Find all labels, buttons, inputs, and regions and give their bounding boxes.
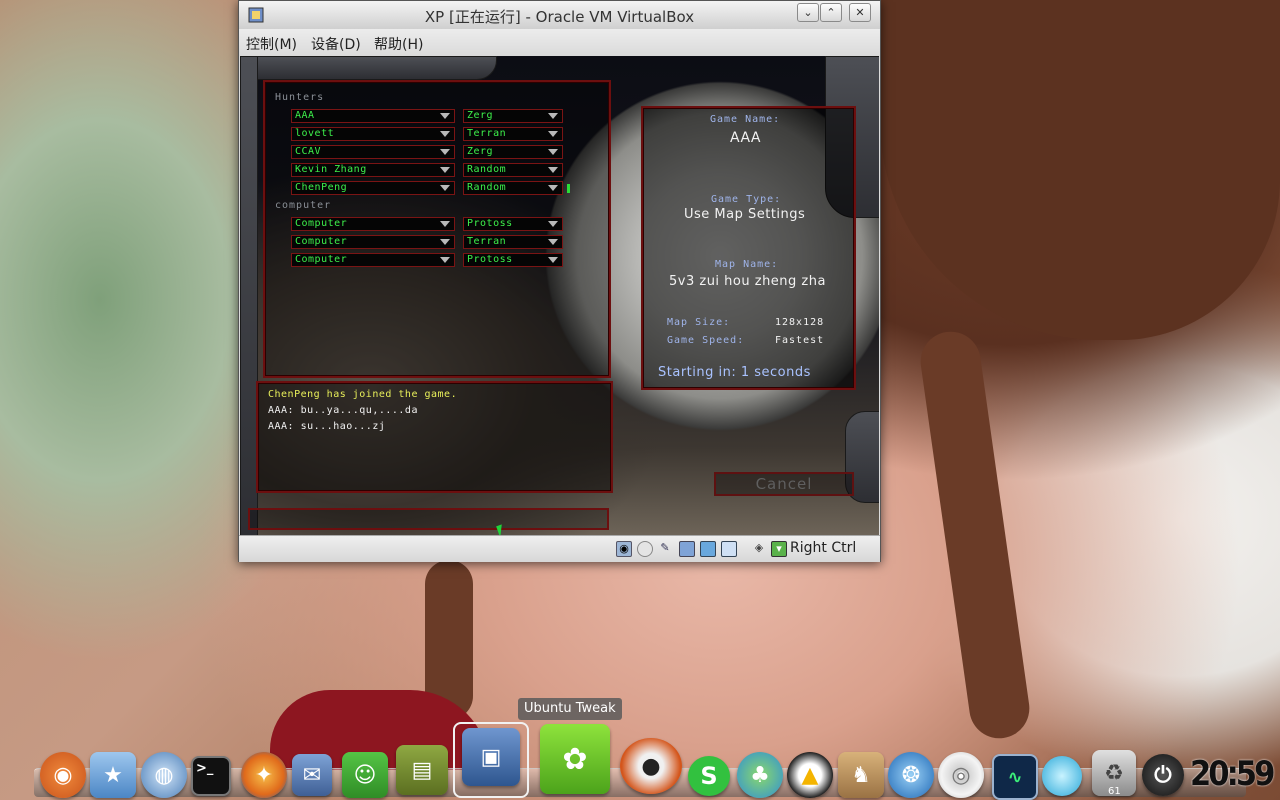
hunter-slot-name[interactable]: CCAV: [291, 145, 455, 159]
qq-penguin-icon[interactable]: ▲: [787, 752, 833, 798]
chat-input[interactable]: [248, 508, 609, 530]
hunter-slot-name[interactable]: Kevin Zhang: [291, 163, 455, 177]
chat-line: AAA: bu..ya...qu,....da: [268, 405, 418, 416]
system-monitor-icon[interactable]: ∿: [992, 754, 1038, 800]
minimize-button[interactable]: ⌄: [797, 3, 819, 22]
maximize-button[interactable]: ⌃: [820, 3, 842, 22]
firefox-icon[interactable]: ✦: [241, 752, 287, 798]
chevron-down-icon: [548, 149, 558, 155]
chevron-down-icon: [548, 113, 558, 119]
dock-tooltip: Ubuntu Tweak: [518, 698, 622, 720]
map-size-label: Map Size:: [667, 317, 731, 328]
bubble-icon[interactable]: [1042, 756, 1082, 796]
rabbit-icon[interactable]: ♞: [838, 752, 884, 798]
window-title: XP [正在运行] - Oracle VM VirtualBox: [424, 8, 695, 26]
blender-swirl-icon[interactable]: ❂: [888, 752, 934, 798]
chevron-down-icon: [440, 221, 450, 227]
mouse-integration-icon[interactable]: ◈: [752, 541, 766, 555]
hunter-slot-race[interactable]: Random: [463, 163, 563, 177]
network-globe-icon[interactable]: ◍: [141, 752, 187, 798]
hunter-slot-race[interactable]: Terran: [463, 127, 563, 141]
close-button[interactable]: ✕: [849, 3, 871, 22]
game-type-label: Game Type:: [711, 194, 782, 205]
hunter-slot-race[interactable]: Zerg: [463, 109, 563, 123]
countdown-text: Starting in: 1 seconds: [658, 365, 811, 380]
chevron-down-icon: [548, 221, 558, 227]
chevron-down-icon: [440, 167, 450, 173]
chevron-down-icon: [548, 239, 558, 245]
ubuntu-logo-icon[interactable]: ◉: [40, 752, 86, 798]
home-folder-icon[interactable]: ★: [90, 752, 136, 798]
cd-disc-icon[interactable]: ◎: [938, 752, 984, 798]
map-size-value: 128x128: [775, 317, 825, 328]
cancel-button[interactable]: Cancel: [714, 472, 854, 496]
hunter-slot-name[interactable]: ChenPeng: [291, 181, 455, 195]
chevron-down-icon: [548, 131, 558, 137]
window-titlebar[interactable]: XP [正在运行] - Oracle VM VirtualBox ⌄ ⌃ ✕: [239, 1, 880, 29]
guest-display[interactable]: Hunters AAA Zerg lovett Terran CCAV Zerg…: [240, 56, 879, 535]
computer-slot-name[interactable]: Computer: [291, 253, 455, 267]
chevron-down-icon: [440, 239, 450, 245]
qq-pet-icon[interactable]: ☺: [342, 752, 388, 798]
trash-count-label: 61: [1108, 786, 1121, 797]
hard-disk-icon[interactable]: ◉: [616, 541, 632, 557]
cdrom-icon[interactable]: [637, 541, 653, 557]
computer-group-label: computer: [275, 200, 332, 211]
game-speed-value: Fastest: [775, 335, 825, 346]
chevron-down-icon: [440, 131, 450, 137]
mail-stamp-icon[interactable]: ✉: [292, 754, 332, 796]
host-key-label: Right Ctrl: [790, 540, 857, 556]
game-type-value: Use Map Settings: [684, 207, 806, 222]
computer-slot-race[interactable]: Protoss: [463, 217, 563, 231]
computer-slot-name[interactable]: Computer: [291, 217, 455, 231]
computer-slot-race[interactable]: Protoss: [463, 253, 563, 267]
wallpaper-hat: [880, 0, 1280, 340]
chat-line: AAA: su...hao...zj: [268, 421, 386, 432]
chevron-down-icon: [548, 167, 558, 173]
chevron-down-icon: [440, 185, 450, 191]
skype-icon[interactable]: S: [688, 756, 730, 796]
messenger-icon[interactable]: ♣: [737, 752, 783, 798]
menubar: 控制(M) 设备(D) 帮助(H): [239, 29, 880, 56]
chevron-down-icon: [440, 113, 450, 119]
game-speed-label: Game Speed:: [667, 335, 745, 346]
chat-line: ChenPeng has joined the game.: [268, 389, 458, 400]
game-name-value: AAA: [730, 130, 762, 146]
chevron-down-icon: [548, 257, 558, 263]
ubuntu-tweak-icon[interactable]: ✿: [540, 724, 610, 794]
hunters-group-label: Hunters: [275, 92, 325, 103]
game-info-panel: [641, 106, 856, 390]
clock: 20:59: [1190, 754, 1275, 794]
shared-folder-icon[interactable]: [700, 541, 716, 557]
terminal-icon[interactable]: >_: [191, 756, 231, 796]
wallpaper-strap-right: [916, 327, 1034, 743]
host-key-icon[interactable]: ▾: [771, 541, 787, 557]
virtualbox-icon[interactable]: ▣: [462, 728, 520, 786]
game-name-label: Game Name:: [710, 114, 781, 125]
computer-slot-race[interactable]: Terran: [463, 235, 563, 249]
computer-slot-name[interactable]: Computer: [291, 235, 455, 249]
power-icon[interactable]: ⏻: [1142, 754, 1184, 796]
chevron-down-icon: [548, 185, 558, 191]
menu-help[interactable]: 帮助(H): [374, 34, 423, 54]
menu-control[interactable]: 控制(M): [246, 34, 297, 54]
menu-devices[interactable]: 设备(D): [311, 34, 361, 54]
books-icon[interactable]: ▤: [396, 745, 448, 795]
red-panda-icon[interactable]: ●: [620, 738, 682, 794]
chevron-down-icon: [440, 149, 450, 155]
usb-icon[interactable]: ✎: [658, 541, 672, 555]
chevron-down-icon: [440, 257, 450, 263]
frame-top-left: [240, 56, 497, 80]
hunter-slot-race[interactable]: Zerg: [463, 145, 563, 159]
hunter-slot-name[interactable]: AAA: [291, 109, 455, 123]
display-icon[interactable]: [721, 541, 737, 557]
hunter-slot-race[interactable]: Random: [463, 181, 563, 195]
ready-indicator: [567, 184, 570, 193]
hunter-slot-name[interactable]: lovett: [291, 127, 455, 141]
vbox-statusbar: ◉ ✎ ◈ ▾ Right Ctrl: [239, 535, 880, 562]
map-name-value: 5v3 zui hou zheng zha: [669, 274, 826, 289]
network-icon[interactable]: [679, 541, 695, 557]
map-name-label: Map Name:: [715, 259, 779, 270]
virtualbox-window: XP [正在运行] - Oracle VM VirtualBox ⌄ ⌃ ✕ 控…: [238, 0, 881, 562]
